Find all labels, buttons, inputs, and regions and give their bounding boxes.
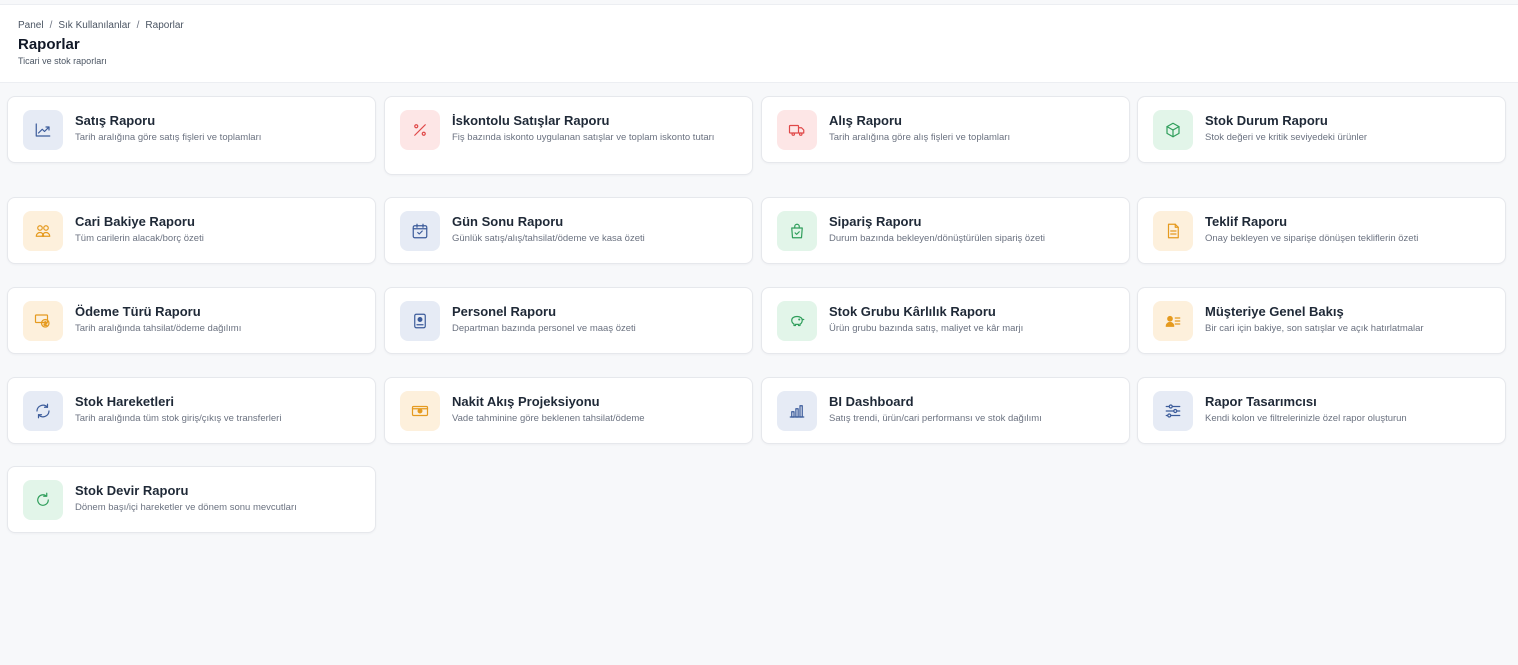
report-card-description: Vade tahminine göre beklenen tahsilat/öd…	[452, 413, 645, 424]
report-card[interactable]: Stok Hareketleri Tarih aralığında tüm sto…	[7, 377, 376, 444]
box-icon	[1153, 110, 1193, 150]
percent-icon	[400, 110, 440, 150]
report-card[interactable]: Satış Raporu Tarih aralığına göre satış f…	[7, 96, 376, 163]
report-card-title: Stok Hareketleri	[75, 394, 174, 409]
refresh-icon	[23, 391, 63, 431]
report-card-description: Tarih aralığında tahsilat/ödeme dağılımı	[75, 323, 242, 334]
rotate-icon	[23, 480, 63, 520]
breadcrumb: Panel / Sık Kullanılanlar / Raporlar	[18, 18, 1500, 32]
page-header: Panel / Sık Kullanılanlar / Raporlar Rap…	[0, 4, 1518, 83]
shopping-bag-check-icon	[777, 211, 817, 251]
report-card-description: Tarih aralığında tüm stok giriş/çıkış ve…	[75, 413, 282, 424]
report-card-description: Tüm carilerin alacak/borç özeti	[75, 233, 204, 244]
report-card-description: Departman bazında personel ve maaş özeti	[452, 323, 636, 334]
report-card-text: Sipariş Raporu Durum bazında bekleyen/dön…	[829, 211, 1045, 245]
report-card-title: İskontolu Satışlar Raporu	[452, 113, 610, 128]
page-title: Raporlar	[18, 36, 80, 53]
report-card-text: Gün Sonu Raporu Günlük satış/alış/tahsila…	[452, 211, 645, 245]
report-card[interactable]: Stok Devir Raporu Dönem başı/içi hareketl…	[7, 466, 376, 533]
report-card[interactable]: Stok Durum Raporu Stok değeri ve kritik s…	[1137, 96, 1506, 163]
report-card-title: Stok Devir Raporu	[75, 483, 189, 498]
breadcrumb-item-panel[interactable]: Panel	[18, 20, 44, 31]
truck-icon	[777, 110, 817, 150]
bar-chart-icon	[777, 391, 817, 431]
report-card-title: Nakit Akış Projeksiyonu	[452, 394, 600, 409]
report-card-text: Müşteriye Genel Bakış Bir cari için bakiy…	[1205, 301, 1424, 335]
report-card-title: Gün Sonu Raporu	[452, 214, 564, 229]
report-card-title: BI Dashboard	[829, 394, 914, 409]
report-card[interactable]: Nakit Akış Projeksiyonu Vade tahminine gö…	[384, 377, 753, 444]
report-card-title: Stok Grubu Kârlılık Raporu	[829, 304, 996, 319]
report-card-title: Alış Raporu	[829, 113, 902, 128]
report-card-text: Satış Raporu Tarih aralığına göre satış f…	[75, 110, 261, 144]
breadcrumb-separator: /	[136, 19, 140, 31]
report-card-description: Tarih aralığına göre alış fişleri ve top…	[829, 132, 1011, 143]
report-card-description: Dönem başı/içi hareketler ve dönem sonu …	[75, 502, 297, 513]
report-card-title: Müşteriye Genel Bakış	[1205, 304, 1344, 319]
report-card-title: Stok Durum Raporu	[1205, 113, 1328, 128]
report-card-text: Stok Devir Raporu Dönem başı/içi hareketl…	[75, 480, 297, 514]
page-subtitle: Ticari ve stok raporları	[18, 56, 107, 66]
report-card[interactable]: Ödeme Türü Raporu Tarih aralığında tahsil…	[7, 287, 376, 354]
report-card-description: Fiş bazında iskonto uygulanan satışlar v…	[452, 132, 715, 143]
report-card[interactable]: Müşteriye Genel Bakış Bir cari için bakiy…	[1137, 287, 1506, 354]
report-card-text: İskontolu Satışlar Raporu Fiş bazında isk…	[452, 110, 714, 144]
calendar-check-icon	[400, 211, 440, 251]
report-card[interactable]: Personel Raporu Departman bazında persone…	[384, 287, 753, 354]
report-card-description: Tarih aralığına göre satış fişleri ve to…	[75, 132, 262, 143]
report-card[interactable]: BI Dashboard Satış trendi, ürün/cari perf…	[761, 377, 1130, 444]
report-card-description: Ürün grubu bazında satış, maliyet ve kâr…	[829, 323, 1024, 334]
report-card-text: Ödeme Türü Raporu Tarih aralığında tahsil…	[75, 301, 241, 335]
users-icon	[23, 211, 63, 251]
report-card[interactable]: Alış Raporu Tarih aralığına göre alış fiş…	[761, 96, 1130, 163]
cash-icon	[400, 391, 440, 431]
trend-chart-icon	[23, 110, 63, 150]
report-card[interactable]: Stok Grubu Kârlılık Raporu Ürün grubu baz…	[761, 287, 1130, 354]
report-card[interactable]: Rapor Tasarımcısı Kendi kolon ve filtrele…	[1137, 377, 1506, 444]
sliders-icon	[1153, 391, 1193, 431]
breadcrumb-item-reports: Raporlar	[145, 19, 184, 31]
report-card[interactable]: Teklif Raporu Onay bekleyen ve siparişe d…	[1137, 197, 1506, 264]
breadcrumb-separator: /	[49, 19, 53, 31]
piggy-bank-icon	[777, 301, 817, 341]
id-badge-icon	[400, 301, 440, 341]
report-card-description: Kendi kolon ve filtrelerinizle özel rapo…	[1205, 413, 1407, 424]
report-card-title: Satış Raporu	[75, 113, 156, 128]
report-card-description: Onay bekleyen ve siparişe dönüşen teklif…	[1205, 233, 1419, 244]
report-card-text: Personel Raporu Departman bazında persone…	[452, 301, 636, 335]
report-card-title: Sipariş Raporu	[829, 214, 922, 229]
document-icon	[1153, 211, 1193, 251]
report-card-text: Cari Bakiye Raporu Tüm carilerin alacak/b…	[75, 211, 204, 245]
report-card-text: BI Dashboard Satış trendi, ürün/cari perf…	[829, 391, 1042, 425]
report-card-description: Satış trendi, ürün/cari performansı ve s…	[829, 413, 1042, 424]
report-card-description: Stok değeri ve kritik seviyedeki ürünler	[1205, 132, 1368, 143]
report-card-title: Ödeme Türü Raporu	[75, 304, 201, 319]
report-card-title: Teklif Raporu	[1205, 214, 1288, 229]
report-card-text: Stok Grubu Kârlılık Raporu Ürün grubu baz…	[829, 301, 1023, 335]
report-card[interactable]: Sipariş Raporu Durum bazında bekleyen/dön…	[761, 197, 1130, 264]
report-card-text: Stok Durum Raporu Stok değeri ve kritik s…	[1205, 110, 1367, 144]
report-card[interactable]: Cari Bakiye Raporu Tüm carilerin alacak/b…	[7, 197, 376, 264]
user-list-icon	[1153, 301, 1193, 341]
report-card[interactable]: İskontolu Satışlar Raporu Fiş bazında isk…	[384, 96, 753, 175]
money-exchange-icon	[23, 301, 63, 341]
report-card-text: Stok Hareketleri Tarih aralığında tüm sto…	[75, 391, 281, 425]
report-card-text: Alış Raporu Tarih aralığına göre alış fiş…	[829, 110, 1010, 144]
report-card-description: Bir cari için bakiye, son satışlar ve aç…	[1205, 323, 1424, 334]
report-card-title: Cari Bakiye Raporu	[75, 214, 195, 229]
report-card-description: Durum bazında bekleyen/dönüştürülen sipa…	[829, 233, 1045, 244]
breadcrumb-item-favorites[interactable]: Sık Kullanılanlar	[58, 20, 130, 31]
report-card-title: Personel Raporu	[452, 304, 557, 319]
report-card-text: Rapor Tasarımcısı Kendi kolon ve filtrele…	[1205, 391, 1407, 425]
report-card-text: Teklif Raporu Onay bekleyen ve siparişe d…	[1205, 211, 1418, 245]
report-card-description: Günlük satış/alış/tahsilat/ödeme ve kasa…	[452, 233, 645, 244]
report-card-title: Rapor Tasarımcısı	[1205, 394, 1317, 409]
report-card-text: Nakit Akış Projeksiyonu Vade tahminine gö…	[452, 391, 645, 425]
report-card[interactable]: Gün Sonu Raporu Günlük satış/alış/tahsila…	[384, 197, 753, 264]
